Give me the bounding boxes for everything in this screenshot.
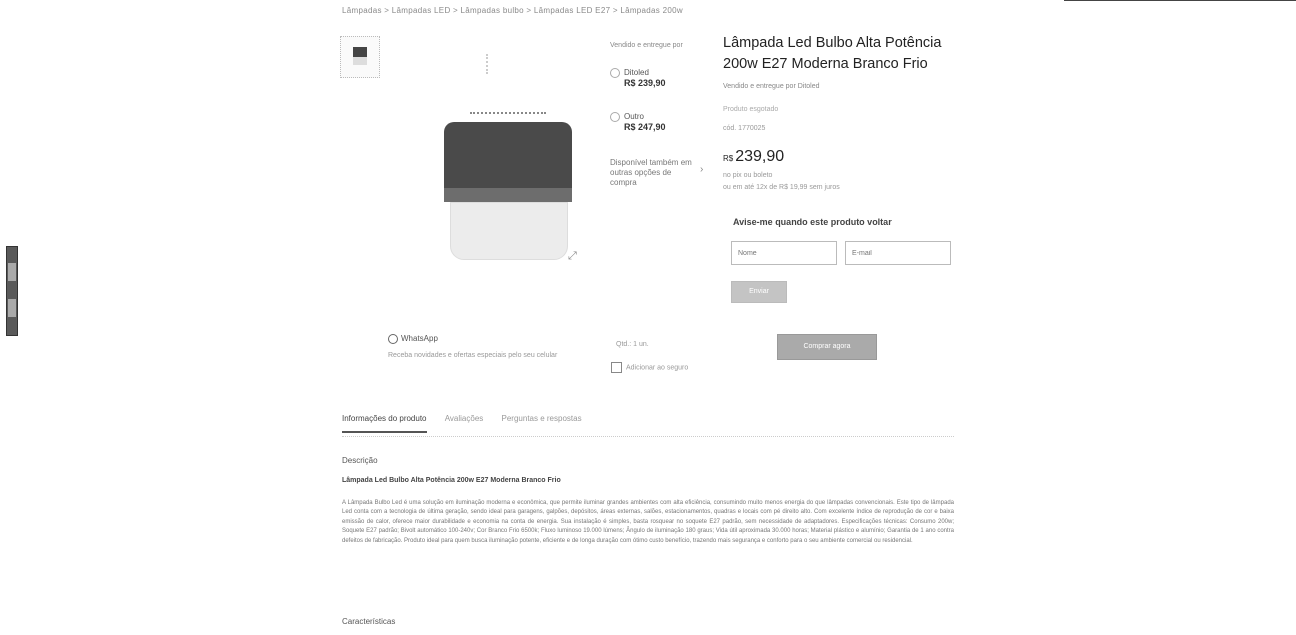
characteristics-header: Características	[342, 617, 396, 626]
price-installments: ou em até 12x de R$ 19,99 sem juros	[723, 184, 840, 191]
price-payment-note: no pix ou boleto	[723, 172, 773, 179]
zoom-icon[interactable]: ⤢	[568, 250, 577, 263]
price-currency: R$	[723, 154, 734, 163]
product-tabs: Informações do produto Avaliações Pergun…	[342, 414, 598, 433]
buy-button[interactable]: Comprar agora	[777, 334, 877, 360]
notify-send-button[interactable]: Enviar	[731, 281, 787, 303]
seller-option[interactable]: Outro R$ 247,90	[610, 112, 666, 132]
seller-option-name: Ditoled	[624, 68, 649, 78]
notify-name-input[interactable]	[736, 249, 838, 258]
tab-questions[interactable]: Perguntas e respostas	[502, 414, 582, 431]
checkbox-label: Adicionar ao seguro	[626, 364, 689, 372]
radio-icon[interactable]	[610, 112, 620, 122]
notify-title: Avise-me quando este produto voltar	[733, 217, 892, 227]
description-header: Descrição	[342, 456, 378, 465]
product-main-image[interactable]	[444, 100, 572, 260]
product-price: R$ 239,90	[723, 148, 784, 166]
thumbnail-lamp-body	[353, 57, 367, 65]
gallery-scroll-indicator	[486, 54, 492, 74]
availability-badge: Produto esgotado	[723, 106, 779, 113]
notify-email-field[interactable]	[845, 241, 952, 265]
lamp-diffuser	[450, 202, 568, 260]
checkbox-icon[interactable]	[611, 362, 622, 373]
whatsapp-subtext: Receba novidades e ofertas especiais pel…	[388, 352, 558, 359]
tab-divider	[342, 436, 954, 438]
insurance-checkbox[interactable]: Adicionar ao seguro	[611, 362, 688, 373]
side-tab-segment	[8, 263, 16, 281]
whatsapp-icon	[388, 334, 398, 344]
other-sellers-header: Vendido e entregue por	[610, 42, 683, 49]
thumbnail-lamp-cap	[353, 47, 367, 57]
product-title: Lâmpada Led Bulbo Alta Potência 200w E27…	[723, 35, 942, 72]
description-body: A Lâmpada Bulbo Led é uma solução em ilu…	[342, 500, 954, 544]
whatsapp-link[interactable]: WhatsApp	[388, 334, 438, 344]
lamp-ring	[444, 188, 572, 202]
tab-reviews[interactable]: Avaliações	[445, 414, 484, 431]
radio-icon[interactable]	[610, 68, 620, 78]
side-tab-segment	[8, 299, 16, 317]
notify-email-input[interactable]	[850, 249, 952, 258]
tab-product-info[interactable]: Informações do produto	[342, 414, 427, 433]
quantity-label[interactable]: Qtd.: 1 un.	[616, 341, 649, 348]
breadcrumb[interactable]: Lâmpadas > Lâmpadas LED > Lâmpadas bulbo…	[342, 6, 683, 15]
product-thumbnail[interactable]	[340, 36, 380, 78]
side-feedback-tab[interactable]	[6, 246, 18, 336]
seller-option-price: R$ 239,90	[624, 78, 666, 88]
lamp-top-housing	[444, 122, 572, 192]
chevron-right-icon[interactable]: ›	[700, 164, 703, 175]
seller-option[interactable]: Ditoled R$ 239,90	[610, 68, 666, 88]
whatsapp-label: WhatsApp	[401, 334, 438, 344]
product-code: cód. 1770025	[723, 125, 766, 132]
top-rule	[1064, 0, 1296, 1]
lamp-led-points	[470, 112, 546, 120]
description-title: Lâmpada Led Bulbo Alta Potência 200w E27…	[342, 477, 561, 484]
seller-option-price: R$ 247,90	[624, 122, 666, 132]
more-options-link[interactable]: Disponível também em outras opções de co…	[610, 158, 694, 188]
notify-name-field[interactable]	[731, 241, 838, 265]
price-value: 239,90	[735, 148, 785, 165]
seller-line[interactable]: Vendido e entregue por Ditoled	[723, 83, 820, 90]
seller-option-name: Outro	[624, 112, 645, 122]
